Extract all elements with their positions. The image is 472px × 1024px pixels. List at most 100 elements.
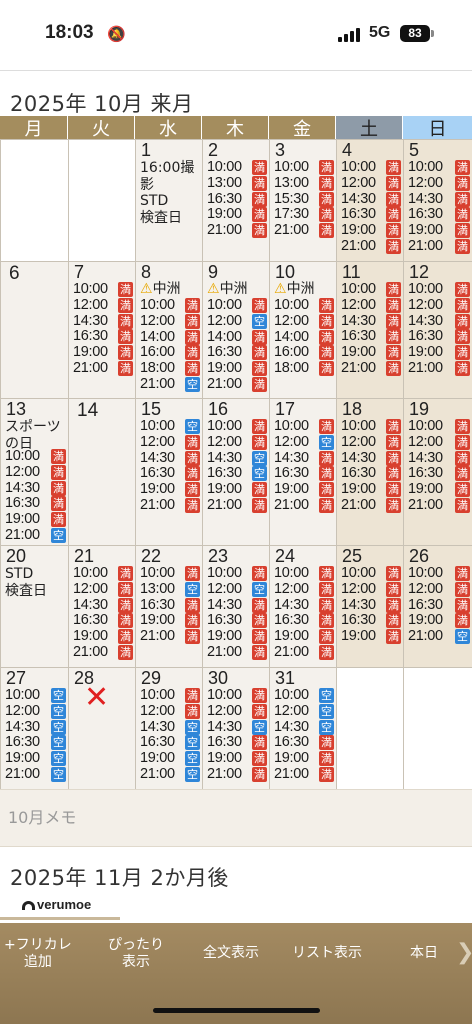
time-slot[interactable]: 14:30 満 — [207, 597, 267, 613]
time-slot[interactable]: 12:00 満 — [341, 298, 401, 314]
time-slot[interactable]: 12:00 満 — [5, 465, 66, 481]
time-slot[interactable]: 19:00 空 — [140, 751, 200, 767]
time-slot[interactable]: 10:00 満 — [207, 419, 267, 435]
time-slot[interactable]: 13:00 満 — [274, 176, 334, 192]
time-slot[interactable]: 19:00 満 — [140, 613, 200, 629]
time-slot[interactable]: 21:00 空 — [5, 766, 66, 782]
calendar-day-24[interactable]: 24 10:00 満 12:00 満 14:30 満 16:30 満 19:00 満 21:00 満 — [270, 546, 336, 667]
time-slot[interactable]: 10:00 満 — [207, 688, 267, 704]
time-slot[interactable]: 21:00 満 — [408, 360, 470, 376]
time-slot[interactable]: 19:00 満 — [207, 751, 267, 767]
time-slot[interactable]: 14:30 空 — [5, 719, 66, 735]
time-slot[interactable]: 10:00 満 — [207, 160, 267, 176]
time-slot[interactable]: 16:30 満 — [73, 329, 133, 345]
time-slot[interactable]: 15:30 満 — [274, 191, 334, 207]
time-slot[interactable]: 14:30 空 — [207, 450, 267, 466]
time-slot[interactable]: 12:00 空 — [207, 582, 267, 598]
time-slot[interactable]: 21:00 満 — [207, 376, 267, 392]
time-slot[interactable]: 21:00 満 — [73, 644, 133, 660]
time-slot[interactable]: 21:00 満 — [341, 497, 401, 513]
time-slot[interactable]: 16:00 満 — [140, 345, 200, 361]
time-slot[interactable]: 14:30 満 — [341, 191, 401, 207]
time-slot[interactable]: 10:00 空 — [140, 419, 200, 435]
time-slot[interactable]: 19:00 満 — [207, 207, 267, 223]
time-slot[interactable]: 21:00 満 — [207, 644, 267, 660]
time-slot[interactable]: 19:00 満 — [207, 482, 267, 498]
time-slot[interactable]: 16:30 空 — [5, 735, 66, 751]
time-slot[interactable]: 10:00 空 — [5, 688, 66, 704]
time-slot[interactable]: 21:00 満 — [207, 766, 267, 782]
calendar-day-9[interactable]: 9 ⚠中洲 10:00 満 12:00 空 14:00 満 16:30 満 19:00 満 21:00 満 — [203, 262, 269, 398]
time-slot[interactable]: 14:30 満 — [341, 597, 401, 613]
calendar-day-21[interactable]: 21 10:00 満 12:00 満 14:30 満 16:30 満 19:00 満 21:00 満 — [69, 546, 135, 667]
time-slot[interactable]: 16:30 満 — [341, 329, 401, 345]
time-slot[interactable]: 21:00 満 — [274, 223, 334, 239]
time-slot[interactable]: 14:30 満 — [73, 597, 133, 613]
time-slot[interactable]: 13:00 満 — [207, 176, 267, 192]
time-slot[interactable]: 19:00 満 — [341, 482, 401, 498]
time-slot[interactable]: 10:00 満 — [274, 160, 334, 176]
time-slot[interactable]: 12:00 満 — [207, 704, 267, 720]
calendar-day-27[interactable]: 27 10:00 空 12:00 空 14:30 空 16:30 空 19:00 空 21:00 空 — [1, 668, 68, 789]
time-slot[interactable]: 21:00 満 — [408, 238, 470, 254]
time-slot[interactable]: 10:00 満 — [274, 298, 334, 314]
time-slot[interactable]: 16:30 満 — [341, 466, 401, 482]
time-slot[interactable]: 12:00 満 — [140, 435, 200, 451]
time-slot[interactable]: 12:00 満 — [274, 582, 334, 598]
time-slot[interactable]: 19:00 満 — [341, 629, 401, 645]
calendar-day-19[interactable]: 19 10:00 満 12:00 満 14:30 満 16:30 満 19:00 満 21:00 満 — [404, 399, 472, 545]
time-slot[interactable]: 12:00 空 — [207, 314, 267, 330]
list-view-button[interactable]: リスト表示 — [292, 945, 362, 962]
time-slot[interactable]: 14:30 満 — [274, 597, 334, 613]
time-slot[interactable]: 16:30 満 — [207, 345, 267, 361]
add-free-calendar-button[interactable]: +フリカレ 追加 — [4, 937, 72, 971]
time-slot[interactable]: 18:00 満 — [140, 361, 200, 377]
time-slot[interactable]: 16:30 満 — [207, 191, 267, 207]
calendar-day-26[interactable]: 26 10:00 満 12:00 満 16:30 満 19:00 満 21:00 空 — [404, 546, 472, 667]
time-slot[interactable]: 19:00 満 — [341, 223, 401, 239]
calendar-day-3[interactable]: 3 10:00 満 13:00 満 15:30 満 17:30 満 21:00 満 — [270, 140, 336, 261]
time-slot[interactable]: 12:00 満 — [408, 176, 470, 192]
exact-view-button[interactable]: ぴったり 表示 — [108, 937, 164, 971]
calendar-day-5[interactable]: 5 10:00 満 12:00 満 14:30 満 16:30 満 19:00 満 21:00 満 — [404, 140, 472, 261]
time-slot[interactable]: 19:00 空 — [5, 751, 66, 767]
time-slot[interactable]: 10:00 空 — [274, 688, 334, 704]
memo-field[interactable]: 10月メモ — [0, 789, 472, 847]
time-slot[interactable]: 10:00 満 — [341, 282, 401, 298]
time-slot[interactable]: 19:00 満 — [73, 345, 133, 361]
time-slot[interactable]: 21:00 空 — [140, 376, 200, 392]
time-slot[interactable]: 10:00 満 — [408, 566, 470, 582]
calendar-day-8[interactable]: 8 ⚠中洲 10:00 満 12:00 満 14:00 満 16:00 満 18:00 満 21:00 空 — [136, 262, 202, 398]
time-slot[interactable]: 17:30 満 — [274, 207, 334, 223]
time-slot[interactable]: 19:00 満 — [408, 223, 470, 239]
time-slot[interactable]: 16:30 満 — [73, 613, 133, 629]
time-slot[interactable]: 16:30 満 — [341, 613, 401, 629]
time-slot[interactable]: 19:00 満 — [274, 751, 334, 767]
time-slot[interactable]: 19:00 満 — [341, 345, 401, 361]
calendar-day-22[interactable]: 22 10:00 満 13:00 空 16:30 満 19:00 満 21:00 満 — [136, 546, 202, 667]
time-slot[interactable]: 19:00 満 — [5, 512, 66, 528]
time-slot[interactable]: 14:30 満 — [341, 450, 401, 466]
time-slot[interactable]: 19:00 満 — [140, 482, 200, 498]
time-slot[interactable]: 12:00 満 — [140, 704, 200, 720]
time-slot[interactable]: 21:00 空 — [140, 766, 200, 782]
calendar-day-31[interactable]: 31 10:00 空 12:00 空 14:30 空 16:30 満 19:00 満 21:00 満 — [270, 668, 336, 789]
time-slot[interactable]: 21:00 満 — [341, 238, 401, 254]
calendar-day-12[interactable]: 12 10:00 満 12:00 満 14:30 満 16:30 満 19:00 満 21:00 満 — [404, 262, 472, 398]
time-slot[interactable]: 16:30 満 — [5, 496, 66, 512]
time-slot[interactable]: 12:00 満 — [274, 314, 334, 330]
calendar-day-2[interactable]: 2 10:00 満 13:00 満 16:30 満 19:00 満 21:00 満 — [203, 140, 269, 261]
time-slot[interactable]: 16:30 満 — [274, 466, 334, 482]
time-slot[interactable]: 10:00 満 — [73, 566, 133, 582]
time-slot[interactable]: 14:30 満 — [5, 480, 66, 496]
time-slot[interactable]: 10:00 満 — [408, 160, 470, 176]
time-slot[interactable]: 16:30 満 — [207, 613, 267, 629]
time-slot[interactable]: 19:00 満 — [408, 482, 470, 498]
time-slot[interactable]: 21:00 満 — [140, 497, 200, 513]
time-slot[interactable]: 21:00 満 — [73, 360, 133, 376]
time-slot[interactable]: 13:00 空 — [140, 582, 200, 598]
today-button[interactable]: 本日 — [410, 945, 438, 962]
calendar-day-14[interactable]: 14 — [69, 399, 135, 545]
time-slot[interactable]: 14:30 満 — [408, 450, 470, 466]
time-slot[interactable]: 12:00 満 — [140, 314, 200, 330]
